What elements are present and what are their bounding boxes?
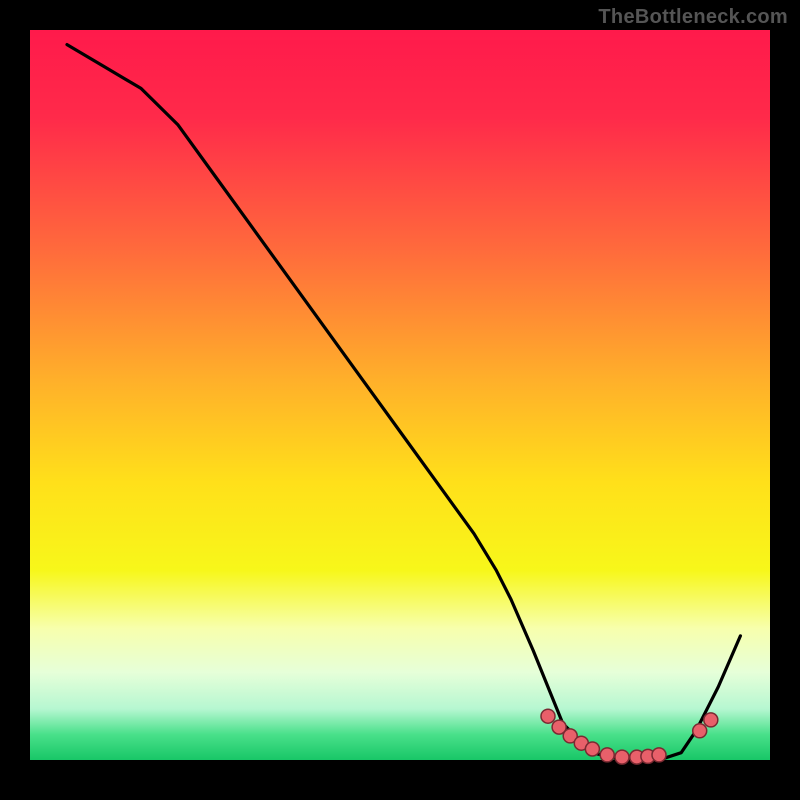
- highlight-marker: [585, 742, 599, 756]
- highlight-marker: [600, 748, 614, 762]
- gradient-background: [30, 30, 770, 760]
- highlight-marker: [704, 713, 718, 727]
- highlight-marker: [693, 724, 707, 738]
- highlight-marker: [541, 709, 555, 723]
- chart-canvas: [0, 0, 800, 800]
- chart-root: TheBottleneck.com: [0, 0, 800, 800]
- highlight-marker: [615, 750, 629, 764]
- highlight-marker: [652, 748, 666, 762]
- watermark-label: TheBottleneck.com: [598, 6, 788, 29]
